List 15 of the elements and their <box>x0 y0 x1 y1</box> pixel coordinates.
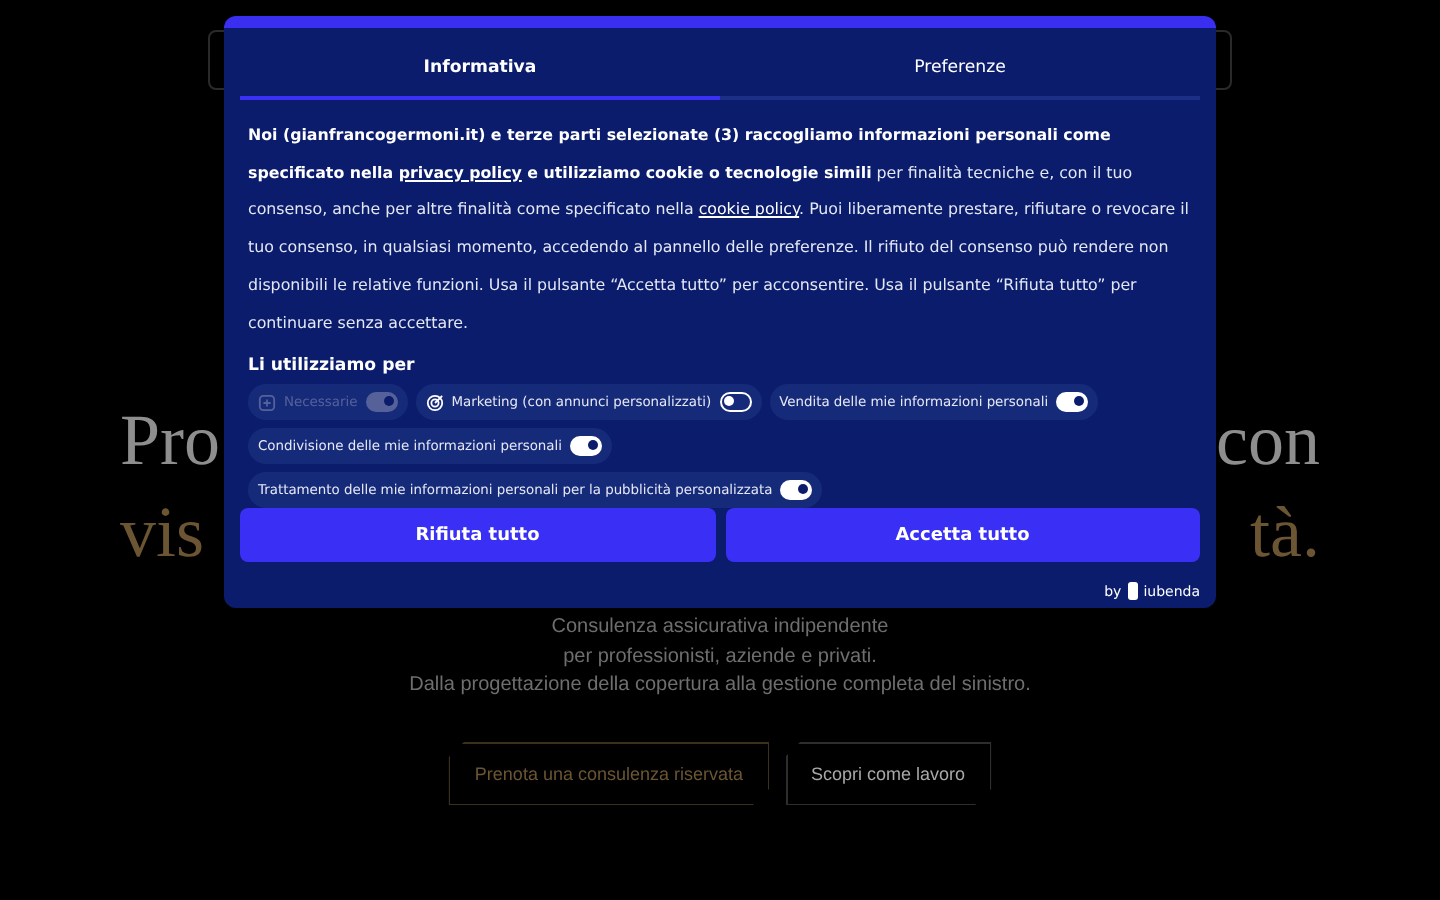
hero-subtitle: per professionisti, aziende e privati. <box>563 643 877 671</box>
dialog-tab[interactable]: Informativa <box>240 40 720 100</box>
hero-subtitle: Consulenza assicurativa indipendente <box>551 614 889 642</box>
hero-subtitle: Dalla progettazione della copertura alla gestione completa del sinistro. <box>409 672 1031 700</box>
hero-heading: vis <box>120 490 205 576</box>
reject-all-button[interactable]: Rifiuta tutto <box>240 508 715 563</box>
hero-heading: con <box>1216 398 1320 484</box>
purposes-heading: Li utilizziamo per <box>248 356 417 377</box>
hero-heading: Pro <box>120 398 221 484</box>
target-icon <box>425 393 444 412</box>
logo-icon <box>1127 582 1138 601</box>
accept-all-button[interactable]: Accetta tutto <box>725 508 1200 563</box>
hero-heading: tà. <box>1250 490 1320 576</box>
learn-more-button[interactable]: Scopri come lavoro <box>785 741 992 805</box>
dialog-tab[interactable]: Preferenze <box>720 40 1200 100</box>
